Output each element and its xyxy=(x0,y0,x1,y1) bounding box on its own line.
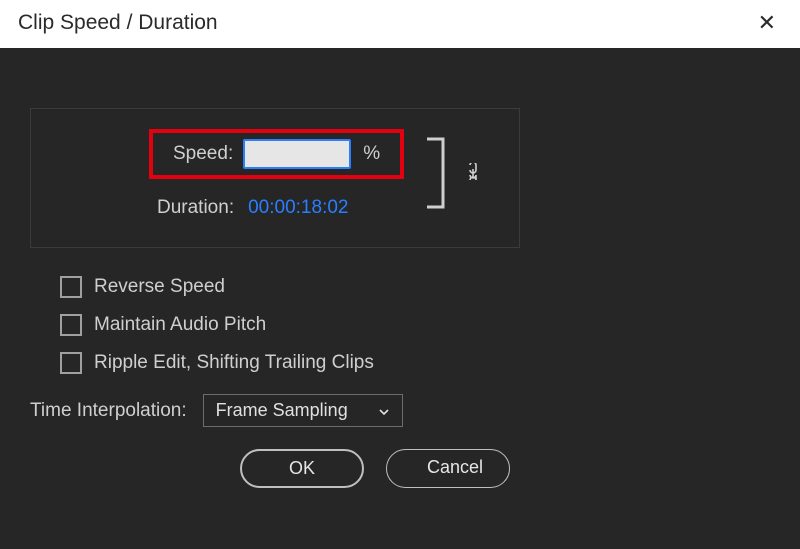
time-interpolation-row: Time Interpolation: Frame Sampling xyxy=(30,394,770,427)
speed-unit: % xyxy=(363,143,380,165)
speed-label: Speed: xyxy=(173,143,233,165)
ok-button[interactable]: OK xyxy=(240,449,364,488)
dialog-buttons: OK Cancel xyxy=(30,449,510,488)
maintain-audio-pitch-label: Maintain Audio Pitch xyxy=(94,314,266,336)
link-bracket-icon xyxy=(425,137,447,209)
speed-row-highlight: Speed: % xyxy=(149,129,404,179)
reverse-speed-label: Reverse Speed xyxy=(94,276,225,298)
reverse-speed-checkbox[interactable]: Reverse Speed xyxy=(60,276,770,298)
duration-label: Duration: xyxy=(157,197,234,219)
checkbox-box-icon xyxy=(60,314,82,336)
titlebar: Clip Speed / Duration ✕ xyxy=(0,0,800,48)
speed-input[interactable] xyxy=(243,139,351,169)
time-interpolation-label: Time Interpolation: xyxy=(30,400,187,422)
dropdown-selected-text: Frame Sampling xyxy=(216,400,348,421)
chevron-down-icon xyxy=(378,405,390,417)
checkbox-group: Reverse Speed Maintain Audio Pitch Rippl… xyxy=(60,276,770,374)
cancel-button[interactable]: Cancel xyxy=(386,449,510,488)
dialog-title: Clip Speed / Duration xyxy=(18,11,218,35)
checkbox-box-icon xyxy=(60,352,82,374)
ripple-edit-checkbox[interactable]: Ripple Edit, Shifting Trailing Clips xyxy=(60,352,770,374)
link-icon[interactable] xyxy=(465,163,481,188)
speed-duration-group: Speed: % Duration: 00:00:18:02 xyxy=(30,108,520,248)
checkbox-box-icon xyxy=(60,276,82,298)
maintain-audio-pitch-checkbox[interactable]: Maintain Audio Pitch xyxy=(60,314,770,336)
time-interpolation-dropdown[interactable]: Frame Sampling xyxy=(203,394,403,427)
close-button[interactable]: ✕ xyxy=(752,8,782,38)
ripple-edit-label: Ripple Edit, Shifting Trailing Clips xyxy=(94,352,374,374)
dialog-body: Speed: % Duration: 00:00:18:02 Reverse S… xyxy=(0,48,800,549)
duration-value[interactable]: 00:00:18:02 xyxy=(248,197,348,219)
